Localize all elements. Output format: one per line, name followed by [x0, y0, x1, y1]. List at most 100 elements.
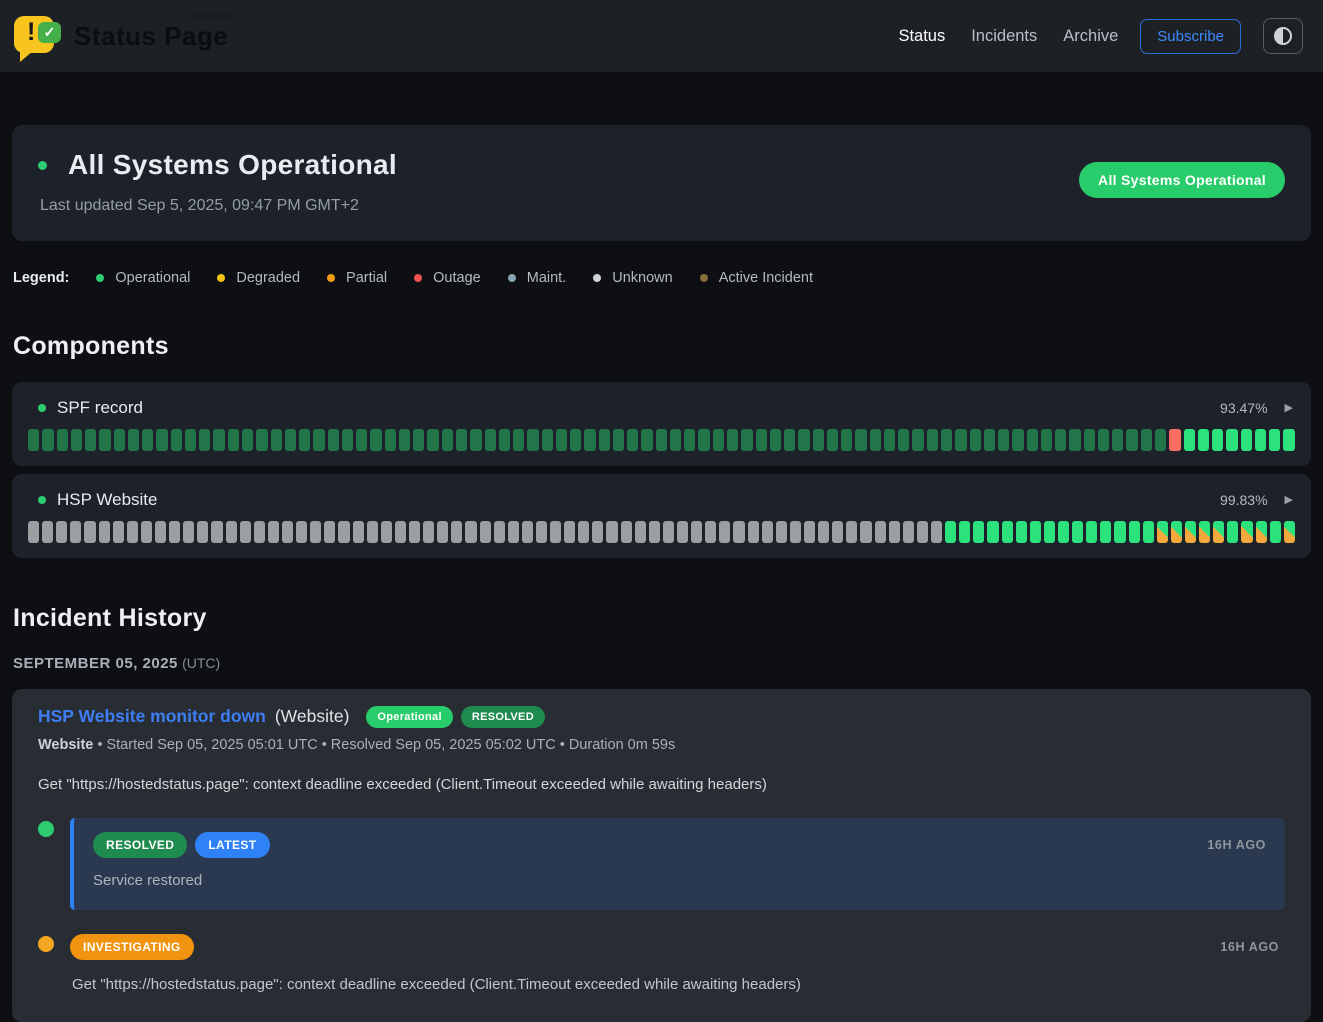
uptime-bar[interactable] [226, 521, 237, 543]
uptime-bar[interactable] [698, 429, 709, 451]
uptime-bar[interactable] [813, 429, 824, 451]
uptime-bar[interactable] [931, 521, 942, 543]
uptime-bar[interactable] [741, 429, 752, 451]
uptime-bar[interactable] [727, 429, 738, 451]
uptime-bar[interactable] [242, 429, 253, 451]
expand-arrow-icon[interactable]: ▶ [1285, 401, 1293, 414]
uptime-bar[interactable] [328, 429, 339, 451]
uptime-bar[interactable] [599, 429, 610, 451]
uptime-bar[interactable] [832, 521, 843, 543]
uptime-bar[interactable] [846, 521, 857, 543]
uptime-bar[interactable] [855, 429, 866, 451]
nav-incidents[interactable]: Incidents [971, 27, 1037, 46]
uptime-bar[interactable] [955, 429, 966, 451]
uptime-bar[interactable] [465, 521, 476, 543]
uptime-bar[interactable] [1086, 521, 1097, 543]
uptime-bar[interactable] [282, 521, 293, 543]
uptime-bar[interactable] [211, 521, 222, 543]
uptime-bar[interactable] [1030, 521, 1041, 543]
uptime-bar[interactable] [285, 429, 296, 451]
uptime-bar[interactable] [1041, 429, 1052, 451]
uptime-bar[interactable] [513, 429, 524, 451]
uptime-bar[interactable] [338, 521, 349, 543]
uptime-bar[interactable] [522, 521, 533, 543]
uptime-bar[interactable] [56, 521, 67, 543]
uptime-bar[interactable] [409, 521, 420, 543]
uptime-bar[interactable] [254, 521, 265, 543]
uptime-bar[interactable] [423, 521, 434, 543]
uptime-bar[interactable] [1069, 429, 1080, 451]
uptime-bar[interactable] [606, 521, 617, 543]
uptime-bar[interactable] [550, 521, 561, 543]
uptime-bar[interactable] [670, 429, 681, 451]
uptime-bar[interactable] [1169, 429, 1180, 451]
nav-status[interactable]: Status [898, 27, 945, 46]
uptime-bar[interactable] [959, 521, 970, 543]
uptime-bar[interactable] [1129, 521, 1140, 543]
uptime-bar[interactable] [784, 429, 795, 451]
uptime-bar[interactable] [790, 521, 801, 543]
uptime-bar[interactable] [324, 521, 335, 543]
nav-archive[interactable]: Archive [1063, 27, 1118, 46]
uptime-bar[interactable] [870, 429, 881, 451]
uptime-bar[interactable] [748, 521, 759, 543]
uptime-bar[interactable] [437, 521, 448, 543]
uptime-bar[interactable] [684, 429, 695, 451]
uptime-bar[interactable] [756, 429, 767, 451]
uptime-bar[interactable] [613, 429, 624, 451]
uptime-bar[interactable] [1185, 521, 1196, 543]
uptime-bar[interactable] [57, 429, 68, 451]
uptime-bar[interactable] [1027, 429, 1038, 451]
uptime-bar[interactable] [556, 429, 567, 451]
uptime-bar[interactable] [998, 429, 1009, 451]
uptime-bar[interactable] [228, 429, 239, 451]
uptime-bar[interactable] [299, 429, 310, 451]
uptime-bar[interactable] [42, 429, 53, 451]
uptime-bar[interactable] [827, 429, 838, 451]
uptime-bar[interactable] [99, 429, 110, 451]
uptime-bar[interactable] [691, 521, 702, 543]
uptime-bar[interactable] [1241, 429, 1252, 451]
uptime-bar[interactable] [1126, 429, 1137, 451]
uptime-bar[interactable] [381, 521, 392, 543]
subscribe-button[interactable]: Subscribe [1140, 19, 1241, 54]
uptime-bar[interactable] [719, 521, 730, 543]
uptime-bar[interactable] [945, 521, 956, 543]
uptime-bar[interactable] [85, 429, 96, 451]
uptime-bar[interactable] [1270, 521, 1281, 543]
uptime-bar[interactable] [113, 521, 124, 543]
uptime-bar[interactable] [1114, 521, 1125, 543]
uptime-bar[interactable] [542, 429, 553, 451]
uptime-bar[interactable] [28, 429, 39, 451]
uptime-bar[interactable] [1269, 429, 1280, 451]
uptime-bar[interactable] [456, 429, 467, 451]
uptime-bar[interactable] [142, 429, 153, 451]
uptime-bar[interactable] [677, 521, 688, 543]
uptime-bar[interactable] [570, 429, 581, 451]
uptime-bar[interactable] [770, 429, 781, 451]
uptime-bar[interactable] [171, 429, 182, 451]
uptime-bar[interactable] [884, 429, 895, 451]
uptime-bar[interactable] [1055, 429, 1066, 451]
uptime-bar[interactable] [762, 521, 773, 543]
uptime-bar[interactable] [155, 521, 166, 543]
uptime-bar[interactable] [141, 521, 152, 543]
uptime-bar[interactable] [1155, 429, 1166, 451]
uptime-bar[interactable] [1143, 521, 1154, 543]
uptime-bar[interactable] [1213, 521, 1224, 543]
uptime-bar[interactable] [185, 429, 196, 451]
uptime-bar[interactable] [1283, 429, 1294, 451]
uptime-bar[interactable] [970, 429, 981, 451]
uptime-bar[interactable] [1227, 521, 1238, 543]
uptime-bar[interactable] [1255, 429, 1266, 451]
uptime-bar[interactable] [1199, 521, 1210, 543]
uptime-bar[interactable] [485, 429, 496, 451]
uptime-bar[interactable] [1002, 521, 1013, 543]
uptime-bar[interactable] [296, 521, 307, 543]
uptime-bar[interactable] [564, 521, 575, 543]
uptime-bar[interactable] [798, 429, 809, 451]
uptime-bar[interactable] [127, 521, 138, 543]
uptime-bar[interactable] [42, 521, 53, 543]
uptime-bar[interactable] [1256, 521, 1267, 543]
uptime-bar[interactable] [310, 521, 321, 543]
